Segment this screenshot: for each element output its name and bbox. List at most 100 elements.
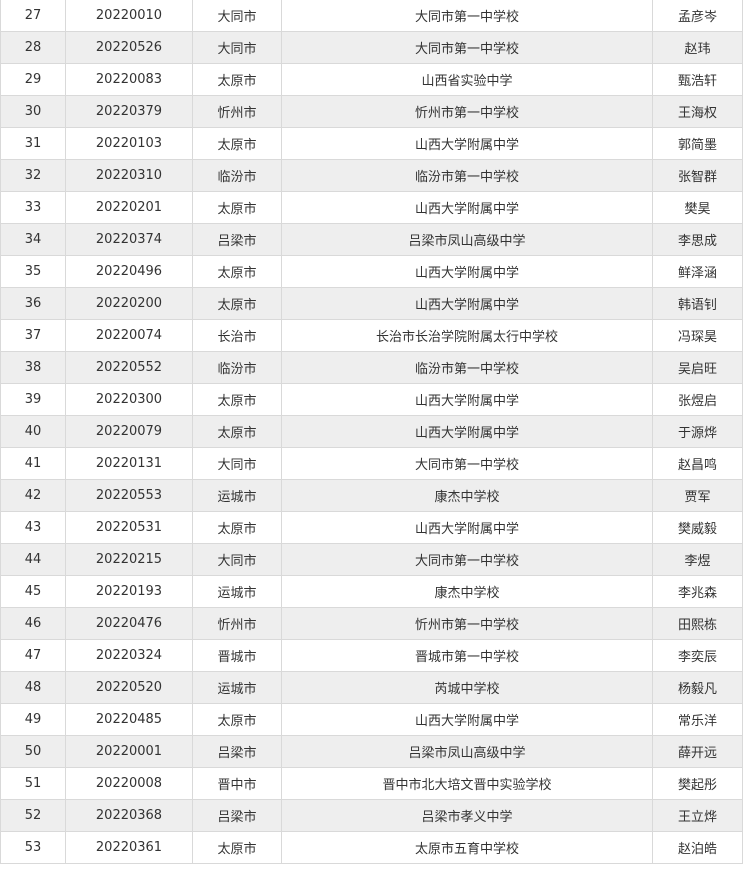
student-name-cell: 张智群 — [652, 159, 743, 192]
school-cell: 大同市第一中学校 — [281, 543, 653, 576]
table-row: 47 20220324 晋城市 晋城市第一中学校 李奕辰 — [0, 639, 743, 672]
student-name-cell: 鲜泽涵 — [652, 255, 743, 288]
exam-id-cell: 20220310 — [65, 159, 193, 192]
school-cell: 山西大学附属中学 — [281, 255, 653, 288]
student-name-cell: 张煜启 — [652, 383, 743, 416]
student-name-cell: 韩语钊 — [652, 287, 743, 320]
rank-cell: 37 — [0, 319, 66, 352]
exam-id-cell: 20220215 — [65, 543, 193, 576]
rank-cell: 51 — [0, 767, 66, 800]
results-table: 27 20220010 大同市 大同市第一中学校 孟彦岑 28 20220526 大同市 大同… — [0, 0, 743, 864]
table-row: 27 20220010 大同市 大同市第一中学校 孟彦岑 — [0, 0, 743, 32]
city-cell: 大同市 — [192, 543, 282, 576]
student-name-cell: 贾军 — [652, 479, 743, 512]
table-row: 50 20220001 吕梁市 吕梁市凤山高级中学 薛开远 — [0, 735, 743, 768]
city-cell: 太原市 — [192, 415, 282, 448]
table-row: 33 20220201 太原市 山西大学附属中学 樊昊 — [0, 191, 743, 224]
student-name-cell: 李兆森 — [652, 575, 743, 608]
rank-cell: 36 — [0, 287, 66, 320]
school-cell: 大同市第一中学校 — [281, 0, 653, 32]
city-cell: 太原市 — [192, 255, 282, 288]
exam-id-cell: 20220374 — [65, 223, 193, 256]
school-cell: 吕梁市孝义中学 — [281, 799, 653, 832]
student-name-cell: 赵玮 — [652, 31, 743, 64]
school-cell: 大同市第一中学校 — [281, 31, 653, 64]
city-cell: 运城市 — [192, 671, 282, 704]
exam-id-cell: 20220361 — [65, 831, 193, 864]
rank-cell: 34 — [0, 223, 66, 256]
city-cell: 忻州市 — [192, 607, 282, 640]
city-cell: 忻州市 — [192, 95, 282, 128]
table-row: 39 20220300 太原市 山西大学附属中学 张煜启 — [0, 383, 743, 416]
rank-cell: 33 — [0, 191, 66, 224]
school-cell: 芮城中学校 — [281, 671, 653, 704]
student-name-cell: 李煜 — [652, 543, 743, 576]
school-cell: 临汾市第一中学校 — [281, 351, 653, 384]
school-cell: 吕梁市凤山高级中学 — [281, 735, 653, 768]
school-cell: 山西大学附属中学 — [281, 703, 653, 736]
rank-cell: 30 — [0, 95, 66, 128]
exam-id-cell: 20220131 — [65, 447, 193, 480]
exam-id-cell: 20220553 — [65, 479, 193, 512]
school-cell: 山西大学附属中学 — [281, 511, 653, 544]
exam-id-cell: 20220001 — [65, 735, 193, 768]
exam-id-cell: 20220074 — [65, 319, 193, 352]
rank-cell: 50 — [0, 735, 66, 768]
school-cell: 山西省实验中学 — [281, 63, 653, 96]
city-cell: 大同市 — [192, 31, 282, 64]
city-cell: 太原市 — [192, 191, 282, 224]
city-cell: 大同市 — [192, 447, 282, 480]
school-cell: 山西大学附属中学 — [281, 287, 653, 320]
table-row: 52 20220368 吕梁市 吕梁市孝义中学 王立烨 — [0, 799, 743, 832]
city-cell: 运城市 — [192, 575, 282, 608]
school-cell: 长治市长治学院附属太行中学校 — [281, 319, 653, 352]
school-cell: 太原市五育中学校 — [281, 831, 653, 864]
rank-cell: 44 — [0, 543, 66, 576]
rank-cell: 35 — [0, 255, 66, 288]
city-cell: 大同市 — [192, 0, 282, 32]
city-cell: 太原市 — [192, 287, 282, 320]
rank-cell: 39 — [0, 383, 66, 416]
exam-id-cell: 20220103 — [65, 127, 193, 160]
table-row: 43 20220531 太原市 山西大学附属中学 樊威毅 — [0, 511, 743, 544]
school-cell: 山西大学附属中学 — [281, 191, 653, 224]
student-name-cell: 孟彦岑 — [652, 0, 743, 32]
city-cell: 太原市 — [192, 703, 282, 736]
table-row: 42 20220553 运城市 康杰中学校 贾军 — [0, 479, 743, 512]
city-cell: 吕梁市 — [192, 223, 282, 256]
student-name-cell: 樊威毅 — [652, 511, 743, 544]
exam-id-cell: 20220552 — [65, 351, 193, 384]
student-name-cell: 王立烨 — [652, 799, 743, 832]
table-row: 51 20220008 晋中市 晋中市北大培文晋中实验学校 樊起彤 — [0, 767, 743, 800]
city-cell: 太原市 — [192, 383, 282, 416]
table-row: 28 20220526 大同市 大同市第一中学校 赵玮 — [0, 31, 743, 64]
school-cell: 康杰中学校 — [281, 575, 653, 608]
student-name-cell: 郭简墨 — [652, 127, 743, 160]
student-name-cell: 赵泊皓 — [652, 831, 743, 864]
rank-cell: 52 — [0, 799, 66, 832]
table-row: 37 20220074 长治市 长治市长治学院附属太行中学校 冯琛昊 — [0, 319, 743, 352]
table-row: 46 20220476 忻州市 忻州市第一中学校 田熙栋 — [0, 607, 743, 640]
student-name-cell: 甄浩轩 — [652, 63, 743, 96]
exam-id-cell: 20220526 — [65, 31, 193, 64]
city-cell: 晋中市 — [192, 767, 282, 800]
table-row: 41 20220131 大同市 大同市第一中学校 赵昌鸣 — [0, 447, 743, 480]
city-cell: 太原市 — [192, 511, 282, 544]
table-row: 40 20220079 太原市 山西大学附属中学 于源烨 — [0, 415, 743, 448]
exam-id-cell: 20220079 — [65, 415, 193, 448]
student-name-cell: 于源烨 — [652, 415, 743, 448]
exam-id-cell: 20220201 — [65, 191, 193, 224]
rank-cell: 53 — [0, 831, 66, 864]
school-cell: 吕梁市凤山高级中学 — [281, 223, 653, 256]
city-cell: 临汾市 — [192, 159, 282, 192]
table-row: 48 20220520 运城市 芮城中学校 杨毅凡 — [0, 671, 743, 704]
city-cell: 晋城市 — [192, 639, 282, 672]
student-name-cell: 王海权 — [652, 95, 743, 128]
student-name-cell: 吴启旺 — [652, 351, 743, 384]
student-name-cell: 李思成 — [652, 223, 743, 256]
table-row: 34 20220374 吕梁市 吕梁市凤山高级中学 李思成 — [0, 223, 743, 256]
student-name-cell: 樊起彤 — [652, 767, 743, 800]
city-cell: 太原市 — [192, 63, 282, 96]
school-cell: 大同市第一中学校 — [281, 447, 653, 480]
exam-id-cell: 20220379 — [65, 95, 193, 128]
